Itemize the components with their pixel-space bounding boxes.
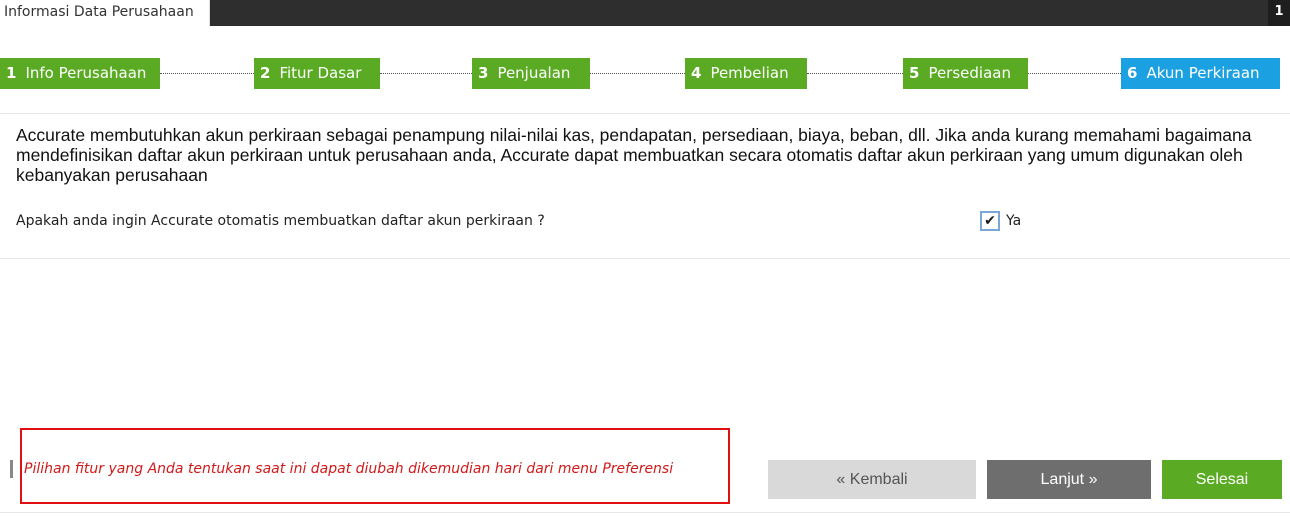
finish-button[interactable]: Selesai: [1162, 460, 1282, 499]
step-connector: [160, 73, 254, 74]
section-divider: [0, 113, 1290, 114]
step-number: 5: [909, 64, 920, 82]
step-label: Akun Perkiraan: [1146, 64, 1260, 82]
next-button[interactable]: Lanjut »: [987, 460, 1151, 499]
step-label: Penjualan: [497, 64, 571, 82]
step-penjualan[interactable]: 3 Penjualan: [472, 58, 590, 89]
step-connector: [380, 73, 472, 74]
step-connector: [1028, 73, 1121, 74]
description-text: Accurate membutuhkan akun perkiraan seba…: [16, 125, 1252, 185]
step-connector: [807, 73, 903, 74]
step-fitur-dasar[interactable]: 2 Fitur Dasar: [254, 58, 380, 89]
step-number: 1: [6, 64, 17, 82]
step-number: 3: [478, 64, 489, 82]
step-number: 4: [691, 64, 702, 82]
checkbox-label[interactable]: Ya: [1006, 213, 1021, 229]
auto-create-accounts-checkbox[interactable]: ✔: [980, 211, 1000, 231]
step-akun-perkiraan[interactable]: 6 Akun Perkiraan: [1121, 58, 1280, 89]
step-pembelian[interactable]: 4 Pembelian: [685, 58, 807, 89]
section-divider: [0, 258, 1290, 259]
bottom-divider: [0, 512, 1290, 513]
step-label: Persediaan: [928, 64, 1011, 82]
step-persediaan[interactable]: 5 Persediaan: [903, 58, 1028, 89]
step-number: 6: [1127, 64, 1138, 82]
step-info-perusahaan[interactable]: 1 Info Perusahaan: [0, 58, 160, 89]
question-text: Apakah anda ingin Accurate otomatis memb…: [16, 213, 545, 229]
window-tab[interactable]: Informasi Data Perusahaan: [0, 0, 210, 26]
step-label: Pembelian: [710, 64, 789, 82]
step-label: Info Perusahaan: [25, 64, 147, 82]
back-button[interactable]: « Kembali: [768, 460, 976, 499]
step-number: 2: [260, 64, 271, 82]
title-bar: Informasi Data Perusahaan 1: [0, 0, 1290, 26]
tab-count-badge[interactable]: 1: [1268, 0, 1290, 26]
wizard-steps: 1 Info Perusahaan 2 Fitur Dasar 3 Penjualan…: [0, 58, 1290, 90]
preference-note: Pilihan fitur yang Anda tentukan saat in…: [24, 461, 674, 477]
step-connector: [590, 73, 685, 74]
step-label: Fitur Dasar: [279, 64, 362, 82]
note-marker: [10, 460, 13, 478]
